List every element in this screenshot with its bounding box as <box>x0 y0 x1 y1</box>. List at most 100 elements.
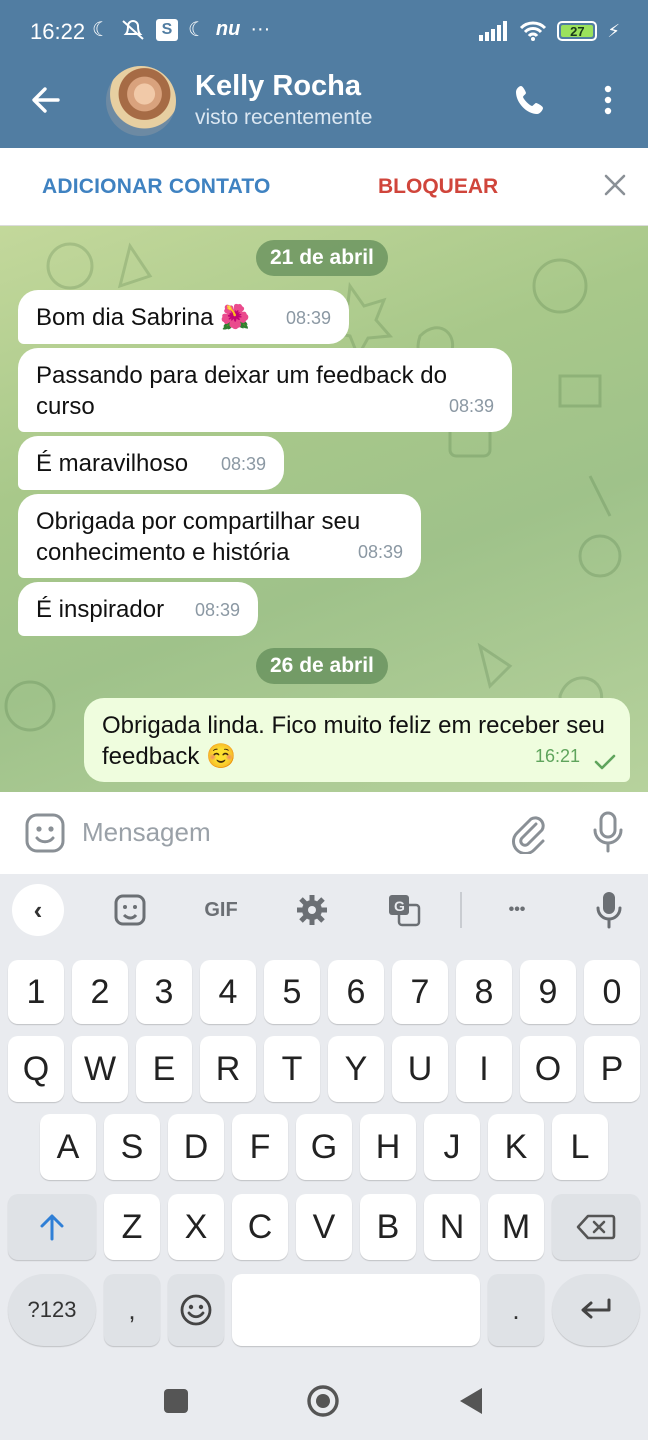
system-nav-bar <box>0 1370 648 1440</box>
recent-apps-icon[interactable] <box>163 1388 189 1414</box>
key-c[interactable]: C <box>232 1194 288 1260</box>
key-b[interactable]: B <box>360 1194 416 1260</box>
svg-text:G: G <box>394 898 405 914</box>
message-bubble-outgoing[interactable]: Obrigada linda. Fico muito feliz em rece… <box>84 698 630 782</box>
contact-name[interactable]: Kelly Rocha <box>195 70 361 103</box>
key-p[interactable]: P <box>584 1036 640 1102</box>
key-f[interactable]: F <box>232 1114 288 1180</box>
key-5[interactable]: 5 <box>264 960 320 1024</box>
key-u[interactable]: U <box>392 1036 448 1102</box>
key-o[interactable]: O <box>520 1036 576 1102</box>
key-7[interactable]: 7 <box>392 960 448 1024</box>
message-text: Bom dia Sabrina 🌺 <box>36 304 250 331</box>
date-separator: 21 de abril <box>256 240 388 276</box>
message-input[interactable] <box>82 812 482 852</box>
key-q[interactable]: Q <box>8 1036 64 1102</box>
key-w[interactable]: W <box>72 1036 128 1102</box>
key-6[interactable]: 6 <box>328 960 384 1024</box>
chat-area[interactable]: 21 de abril Bom dia Sabrina 🌺 08:39 Pass… <box>0 226 648 792</box>
message-text: Obrigada por compartilhar seu conhecimen… <box>36 508 361 566</box>
key-h[interactable]: H <box>360 1114 416 1180</box>
key-g[interactable]: G <box>296 1114 352 1180</box>
key-z[interactable]: Z <box>104 1194 160 1260</box>
message-time: 08:39 <box>448 396 494 416</box>
key-9[interactable]: 9 <box>520 960 576 1024</box>
shift-key[interactable] <box>8 1194 96 1260</box>
space-key[interactable] <box>232 1274 480 1346</box>
key-n[interactable]: N <box>424 1194 480 1260</box>
backspace-icon <box>576 1214 616 1240</box>
close-icon[interactable] <box>602 172 628 198</box>
wifi-icon <box>520 21 547 41</box>
key-k[interactable]: K <box>488 1114 544 1180</box>
more-vert-icon[interactable] <box>596 82 620 118</box>
message-bubble[interactable]: É inspirador 08:39 <box>18 582 258 636</box>
battery-level: 27 <box>570 23 585 39</box>
sticker-icon[interactable] <box>24 812 66 854</box>
home-icon[interactable] <box>306 1384 340 1418</box>
key-4[interactable]: 4 <box>200 960 256 1024</box>
key-v[interactable]: V <box>296 1194 352 1260</box>
emoji-sticker-icon[interactable] <box>110 888 150 932</box>
key-s[interactable]: S <box>104 1114 160 1180</box>
signal-icon <box>479 21 508 41</box>
message-text: É inspirador <box>36 596 165 623</box>
moon-icon: ☾ <box>92 19 110 41</box>
key-m[interactable]: M <box>488 1194 544 1260</box>
key-r[interactable]: R <box>200 1036 256 1102</box>
message-time: 08:39 <box>194 600 240 620</box>
charging-icon: ⚡ <box>607 20 620 41</box>
message-time: 08:39 <box>357 542 403 562</box>
message-bubble[interactable]: É maravilhoso 08:39 <box>18 436 284 490</box>
key-x[interactable]: X <box>168 1194 224 1260</box>
contact-action-bar: ADICIONAR CONTATO BLOQUEAR <box>0 148 648 226</box>
phone-icon[interactable] <box>512 82 548 118</box>
translate-icon[interactable]: G <box>386 888 422 932</box>
key-2[interactable]: 2 <box>72 960 128 1024</box>
period-key[interactable]: . <box>488 1274 544 1346</box>
message-bubble[interactable]: Bom dia Sabrina 🌺 08:39 <box>18 290 349 344</box>
gear-icon[interactable] <box>294 888 330 932</box>
key-8[interactable]: 8 <box>456 960 512 1024</box>
keyboard-toolbar: ‹ GIF G ••• <box>0 874 648 946</box>
date-separator: 26 de abril <box>256 648 388 684</box>
chevron-left-icon[interactable]: ‹ <box>12 884 64 936</box>
enter-key[interactable] <box>552 1274 640 1346</box>
key-y[interactable]: Y <box>328 1036 384 1102</box>
message-bubble[interactable]: Obrigada por compartilhar seu conhecimen… <box>18 494 421 578</box>
key-l[interactable]: L <box>552 1114 608 1180</box>
status-right: 27 ⚡ <box>479 20 620 42</box>
emoji-key[interactable] <box>168 1274 224 1346</box>
key-1[interactable]: 1 <box>8 960 64 1024</box>
more-options-icon[interactable]: ••• <box>496 888 538 932</box>
avatar[interactable] <box>106 66 176 136</box>
s-icon: S <box>155 18 178 41</box>
key-e[interactable]: E <box>136 1036 192 1102</box>
voice-input-icon[interactable] <box>594 888 624 932</box>
symbols-key[interactable]: ?123 <box>8 1274 96 1346</box>
key-i[interactable]: I <box>456 1036 512 1102</box>
block-button[interactable]: BLOQUEAR <box>378 175 498 199</box>
key-3[interactable]: 3 <box>136 960 192 1024</box>
mic-icon[interactable] <box>588 810 628 854</box>
key-0[interactable]: 0 <box>584 960 640 1024</box>
backspace-key[interactable] <box>552 1194 640 1260</box>
message-bubble[interactable]: Passando para deixar um feedback do curs… <box>18 348 512 432</box>
attach-icon[interactable] <box>508 812 548 854</box>
nu-icon: nu <box>215 18 241 40</box>
muted-icon <box>122 19 144 40</box>
toolbar-divider <box>460 892 462 928</box>
comma-key[interactable]: , <box>104 1274 160 1346</box>
back-arrow-icon[interactable] <box>28 82 64 118</box>
message-text: É maravilhoso <box>36 450 189 477</box>
moon-icon-2: ☾ <box>187 19 206 41</box>
key-t[interactable]: T <box>264 1036 320 1102</box>
back-nav-icon[interactable] <box>458 1386 484 1416</box>
arrow-up-icon <box>40 1214 64 1241</box>
add-contact-button[interactable]: ADICIONAR CONTATO <box>42 175 271 199</box>
gif-button[interactable]: GIF <box>198 888 244 932</box>
contact-status: visto recentemente <box>195 106 373 129</box>
key-d[interactable]: D <box>168 1114 224 1180</box>
key-j[interactable]: J <box>424 1114 480 1180</box>
key-a[interactable]: A <box>40 1114 96 1180</box>
